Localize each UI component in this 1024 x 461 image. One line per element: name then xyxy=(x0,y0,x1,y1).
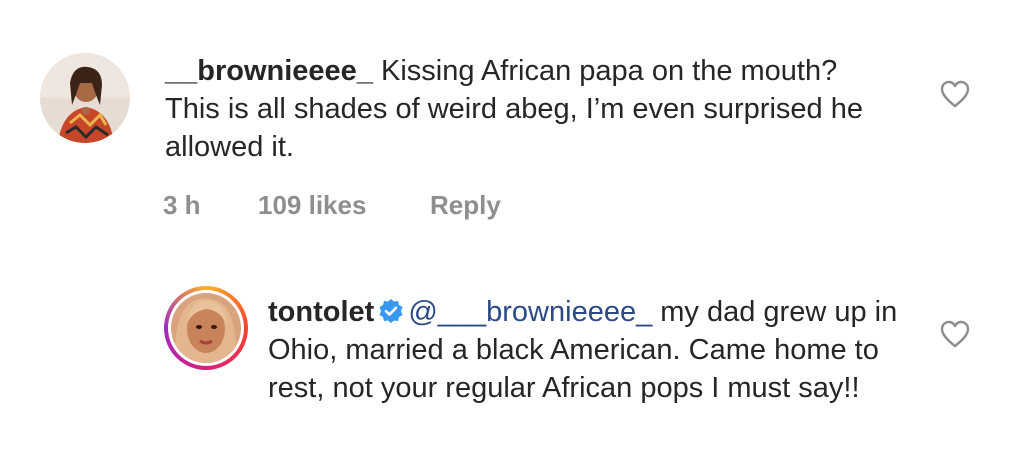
verified-badge-icon xyxy=(378,296,404,323)
profile-photo-icon xyxy=(171,293,241,363)
comment-likes-count[interactable]: 109 likes xyxy=(258,190,430,221)
profile-photo-icon xyxy=(40,53,130,143)
mention-link[interactable]: @___brownieeee_ xyxy=(408,296,652,328)
comment-username[interactable]: __brownieeee_ xyxy=(165,55,373,87)
like-heart-icon[interactable] xyxy=(940,80,970,108)
reply-button[interactable]: Reply xyxy=(430,190,501,221)
comment-username[interactable]: tontolet xyxy=(268,296,374,328)
comment-text: tontolet @___brownieeee_ my dad grew up i… xyxy=(268,293,908,407)
comment-text: __brownieeee_ Kissing African papa on th… xyxy=(165,52,885,166)
comment-meta: 3 h 109 likes Reply xyxy=(163,190,501,221)
like-heart-icon[interactable] xyxy=(940,320,970,348)
avatar[interactable] xyxy=(40,53,130,143)
comment-timestamp: 3 h xyxy=(163,190,201,220)
avatar[interactable] xyxy=(164,286,248,370)
